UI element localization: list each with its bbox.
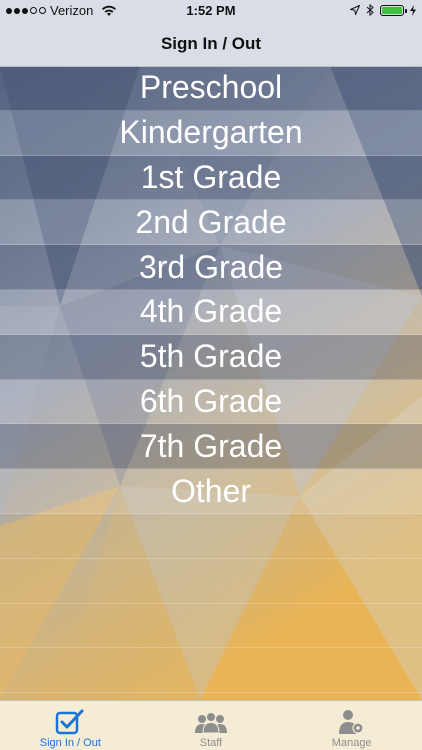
location-icon [350, 5, 360, 15]
page-title: Sign In / Out [160, 34, 262, 53]
grade-item-4th-grade[interactable]: 4th Grade [0, 289, 422, 335]
status-right [350, 4, 416, 16]
checkbox-icon [56, 709, 84, 735]
tab-label: Staff [199, 737, 223, 749]
person-gear-icon [338, 710, 364, 734]
tab-manage[interactable]: Manage [281, 701, 422, 750]
empty-row [0, 604, 422, 649]
navigation-bar: Sign In / Out [0, 22, 422, 67]
empty-row [0, 648, 422, 694]
tab-label: Manage [331, 737, 372, 749]
empty-row [0, 514, 422, 559]
status-bar: Verizon 1:52 PM [0, 0, 422, 22]
bluetooth-icon [366, 4, 374, 16]
grade-item-6th-grade[interactable]: 6th Grade [0, 379, 422, 425]
tab-sign-in-out[interactable]: Sign In / Out [0, 701, 141, 750]
grade-item-7th-grade[interactable]: 7th Grade [0, 424, 422, 470]
grade-item-preschool[interactable]: Preschool [0, 66, 422, 111]
grade-item-2nd-grade[interactable]: 2nd Grade [0, 200, 422, 246]
tab-label: Sign In / Out [39, 737, 101, 749]
grade-list: Preschool Kindergarten 1st Grade 2nd Gra… [0, 66, 422, 700]
grade-item-other[interactable]: Other [0, 469, 422, 514]
empty-row [0, 559, 422, 604]
battery-icon [380, 4, 407, 16]
grade-item-3rd-grade[interactable]: 3rd Grade [0, 245, 422, 290]
tab-bar: Sign In / Out Staff Manage [0, 700, 422, 750]
grade-item-kindergarten[interactable]: Kindergarten [0, 110, 422, 156]
grade-item-1st-grade[interactable]: 1st Grade [0, 155, 422, 201]
app-window: Verizon 1:52 PM Sign In / Out Preschool … [0, 0, 422, 750]
people-icon [195, 712, 227, 734]
charging-icon [410, 4, 416, 16]
tab-staff[interactable]: Staff [141, 701, 282, 750]
grade-item-5th-grade[interactable]: 5th Grade [0, 334, 422, 380]
